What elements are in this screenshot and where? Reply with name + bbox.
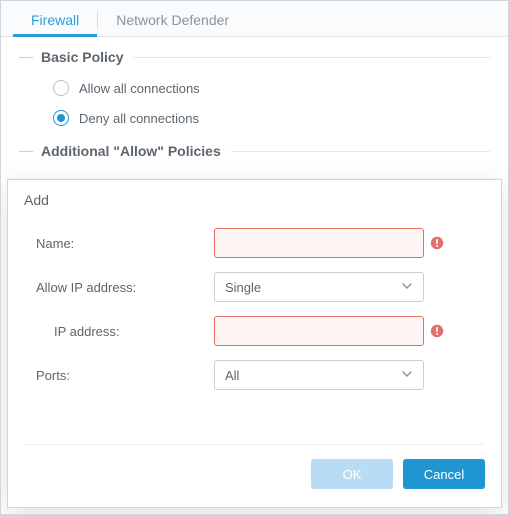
field-label: Allow IP address: [36,280,214,295]
name-input[interactable] [214,228,424,258]
dialog-title: Add [8,180,501,224]
app-window: Firewall Network Defender Basic Policy A… [0,0,509,515]
field-label: Ports: [36,368,214,383]
tab-label: Network Defender [116,12,229,28]
section-title: Basic Policy [41,49,124,65]
radio-label: Allow all connections [79,81,200,96]
cancel-button[interactable]: Cancel [403,459,485,489]
radio-label: Deny all connections [79,111,199,126]
section-dash [19,151,33,152]
radio-deny-all[interactable]: Deny all connections [53,103,490,133]
dialog-add: Add Name: Allow IP address: [7,179,502,508]
select-value: All [225,368,239,383]
select-value: Single [225,280,261,295]
section-basic-policy: Basic Policy Allow all connections Deny … [19,49,490,133]
tab-bar: Firewall Network Defender [1,1,508,37]
field-ip-address: IP address: [36,316,473,346]
field-label: Name: [36,236,214,251]
field-allow-ip: Allow IP address: Single [36,272,473,302]
ports-select[interactable]: All [214,360,424,390]
tab-network-defender[interactable]: Network Defender [98,2,247,37]
ip-address-input[interactable] [214,316,424,346]
field-ports: Ports: All [36,360,473,390]
field-name: Name: [36,228,473,258]
radio-circle-icon [53,110,69,126]
radio-circle-icon [53,80,69,96]
section-divider [134,57,491,58]
allow-ip-select[interactable]: Single [214,272,424,302]
section-additional-allow: Additional "Allow" Policies [19,143,490,159]
tab-firewall[interactable]: Firewall [13,2,97,37]
error-icon [430,324,444,338]
error-icon [430,236,444,250]
radio-allow-all[interactable]: Allow all connections [53,73,490,103]
button-label: OK [343,467,362,482]
chevron-down-icon [401,280,413,295]
chevron-down-icon [401,368,413,383]
basic-policy-radios: Allow all connections Deny all connectio… [53,73,490,133]
ok-button[interactable]: OK [311,459,393,489]
tab-label: Firewall [31,12,79,28]
dialog-footer: OK Cancel [24,444,485,489]
field-label: IP address: [36,324,214,339]
section-title: Additional "Allow" Policies [41,143,221,159]
section-divider [231,151,490,152]
dialog-form: Name: Allow IP address: [8,224,501,390]
section-dash [19,57,33,58]
button-label: Cancel [424,467,464,482]
